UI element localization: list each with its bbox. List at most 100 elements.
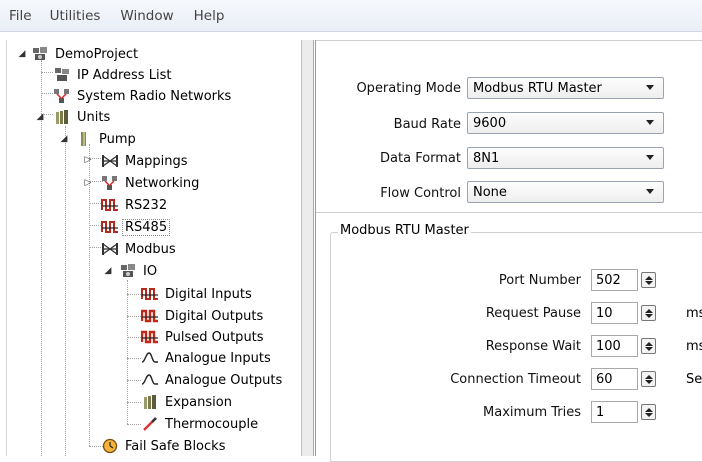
- chevron-down-icon: [646, 85, 654, 90]
- collapse-icon[interactable]: ◢: [59, 134, 69, 144]
- tree-line: [127, 294, 141, 295]
- flow-control-label: Flow Control: [380, 186, 461, 201]
- divider: [316, 212, 702, 213]
- tree-line: [127, 337, 141, 338]
- baud-rate-label: Baud Rate: [393, 117, 461, 132]
- spinner-buttons[interactable]: [641, 272, 656, 288]
- connection-timeout-input[interactable]: 60: [591, 368, 638, 390]
- tree-node-label: Pump: [99, 131, 136, 147]
- clock-icon: [101, 438, 119, 454]
- menu-window[interactable]: Window: [117, 6, 176, 26]
- spinner-buttons[interactable]: [641, 371, 656, 387]
- tree-node-digital-inputs[interactable]: Digital Inputs: [141, 284, 255, 304]
- tree-node-units[interactable]: Units: [53, 107, 113, 127]
- tree-node-expansion[interactable]: Expansion: [141, 392, 235, 412]
- request-pause-input[interactable]: 10: [591, 302, 638, 324]
- tree-node-label: System Radio Networks: [77, 88, 232, 104]
- radio-network-icon: [53, 88, 71, 104]
- tree-node-mappings[interactable]: Mappings: [101, 151, 191, 171]
- spin-down-icon: [644, 379, 653, 384]
- tree-node-label: IP Address List: [77, 67, 172, 83]
- thermocouple-icon: [141, 416, 159, 432]
- tree-node-label: Expansion: [165, 394, 232, 410]
- pulse-signal-icon: [141, 329, 159, 345]
- unit-icon: [75, 131, 93, 147]
- io-icon: [119, 263, 137, 279]
- spin-down-icon: [644, 346, 653, 351]
- menu-help[interactable]: Help: [191, 6, 228, 26]
- tree-node-system-radio-networks[interactable]: System Radio Networks: [53, 86, 234, 106]
- project-tree: ◢ DemoProject IP Address List System Rad…: [6, 40, 302, 456]
- tree-line: [127, 316, 141, 317]
- spinner-buttons[interactable]: [641, 305, 656, 321]
- tree-line: [127, 402, 141, 403]
- chevron-down-icon: [646, 189, 654, 194]
- settings-panel: Operating Mode Modbus RTU Master Baud Ra…: [315, 40, 702, 462]
- spinner-buttons[interactable]: [641, 338, 656, 354]
- tree-node-io[interactable]: IO: [119, 261, 160, 281]
- spin-up-icon: [644, 308, 653, 313]
- data-format-dropdown[interactable]: 8N1: [467, 147, 664, 169]
- spin-up-icon: [644, 374, 653, 379]
- serial-port-icon: [101, 219, 119, 235]
- tree-node-analogue-inputs[interactable]: Analogue Inputs: [141, 348, 274, 368]
- spin-up-icon: [644, 275, 653, 280]
- collapse-icon[interactable]: ◢: [103, 266, 113, 276]
- tree-node-label: RS232: [125, 197, 168, 213]
- menu-file[interactable]: File: [6, 6, 35, 26]
- tree-node-label: Modbus: [125, 241, 176, 257]
- tree-node-analogue-outputs[interactable]: Analogue Outputs: [141, 370, 285, 390]
- operating-mode-dropdown[interactable]: Modbus RTU Master: [467, 77, 664, 99]
- menu-utilities[interactable]: Utilities: [47, 6, 104, 26]
- spin-up-icon: [644, 341, 653, 346]
- tree-node-ip-address-list[interactable]: IP Address List: [53, 65, 174, 85]
- baud-rate-dropdown[interactable]: 9600: [467, 112, 664, 134]
- tree-node-label: IO: [143, 263, 158, 279]
- analogue-wave-icon: [141, 350, 159, 366]
- port-number-input[interactable]: 502: [591, 269, 638, 291]
- menu-bar: File Utilities Window Help: [0, 0, 702, 32]
- tree-node-label: Mappings: [125, 153, 188, 169]
- tree-node-pump[interactable]: Pump: [75, 129, 139, 149]
- tree-node-pulsed-outputs[interactable]: Pulsed Outputs: [141, 327, 267, 347]
- tree-line: [41, 93, 53, 94]
- spinner-buttons[interactable]: [641, 404, 656, 420]
- tree-node-thermocouple[interactable]: Thermocouple: [141, 414, 261, 434]
- expansion-icon: [141, 394, 159, 410]
- maximum-tries-value: 1: [596, 404, 605, 420]
- tree-line: [89, 144, 90, 446]
- tree-node-label: RS485: [122, 218, 171, 236]
- tree-node-label: Networking: [125, 175, 200, 191]
- tree-node-label: Thermocouple: [165, 416, 259, 432]
- tree-node-rs232[interactable]: RS232: [101, 195, 170, 215]
- tree-line: [65, 126, 66, 456]
- collapse-icon[interactable]: ◢: [17, 49, 27, 59]
- tree-node-rs485[interactable]: RS485: [101, 217, 171, 237]
- analogue-wave-icon: [141, 372, 159, 388]
- response-wait-input[interactable]: 100: [591, 335, 638, 357]
- spin-up-icon: [644, 407, 653, 412]
- collapse-icon[interactable]: ◢: [35, 112, 45, 122]
- mappings-icon: [101, 241, 119, 257]
- spin-down-icon: [644, 313, 653, 318]
- panel-splitter[interactable]: [302, 40, 314, 456]
- request-pause-unit: ms: [686, 306, 702, 321]
- port-number-value: 502: [596, 272, 621, 288]
- maximum-tries-input[interactable]: 1: [591, 401, 638, 423]
- expand-icon[interactable]: ▷: [83, 178, 93, 188]
- tree-line: [127, 424, 141, 425]
- tree-node-label: Analogue Outputs: [165, 372, 283, 388]
- tree-node-label: Digital Outputs: [165, 308, 264, 324]
- tree-node-networking[interactable]: Networking: [101, 173, 202, 193]
- tree-node-digital-outputs[interactable]: Digital Outputs: [141, 306, 266, 326]
- tree-node-project[interactable]: DemoProject: [31, 44, 141, 64]
- tree-node-modbus[interactable]: Modbus: [101, 239, 179, 259]
- request-pause-value: 10: [596, 305, 613, 321]
- units-icon: [53, 109, 71, 125]
- project-icon: [31, 46, 49, 62]
- flow-control-dropdown[interactable]: None: [467, 181, 664, 203]
- expand-icon[interactable]: ▷: [83, 155, 93, 165]
- chevron-down-icon: [646, 120, 654, 125]
- tree-node-fail-safe-blocks[interactable]: Fail Safe Blocks: [101, 436, 228, 456]
- network-icon: [53, 67, 71, 83]
